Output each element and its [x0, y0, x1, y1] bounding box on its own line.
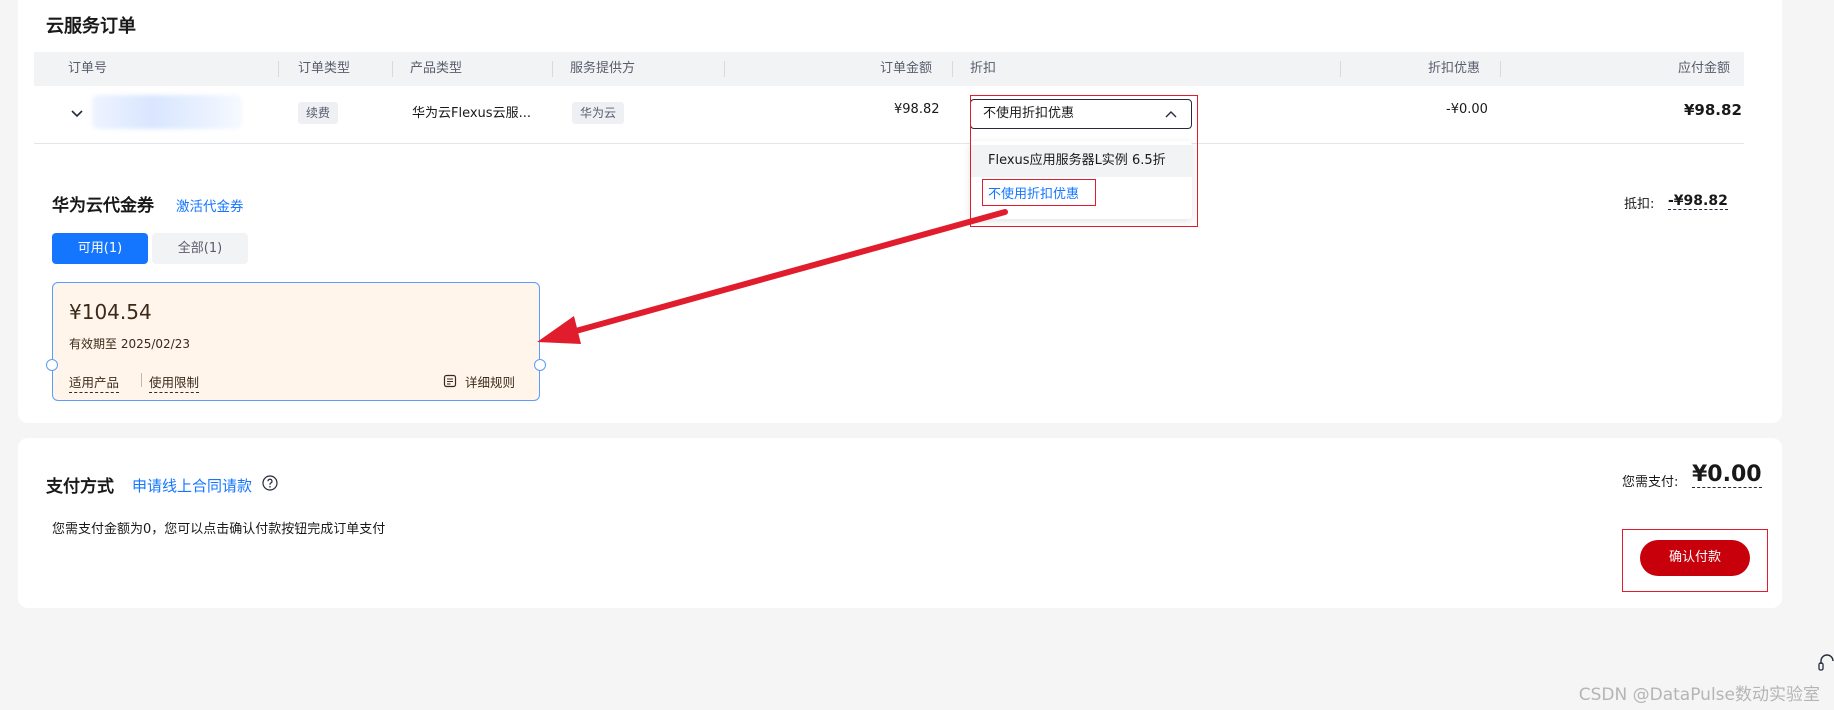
annotation-box-confirm [1622, 529, 1768, 592]
payment-description: 您需支付金额为0，您可以点击确认付款按钮完成订单支付 [52, 522, 386, 537]
need-pay-value: ¥0.00 [1692, 462, 1762, 488]
need-pay-label: 您需支付: [1622, 475, 1679, 490]
help-icon[interactable] [262, 475, 278, 491]
contract-request-link[interactable]: 申请线上合同请款 [132, 475, 252, 496]
watermark: CSDN @DataPulse数动实验室 [1578, 685, 1820, 705]
headset-icon[interactable] [1818, 652, 1834, 674]
payment-section-title: 支付方式 [46, 477, 114, 497]
